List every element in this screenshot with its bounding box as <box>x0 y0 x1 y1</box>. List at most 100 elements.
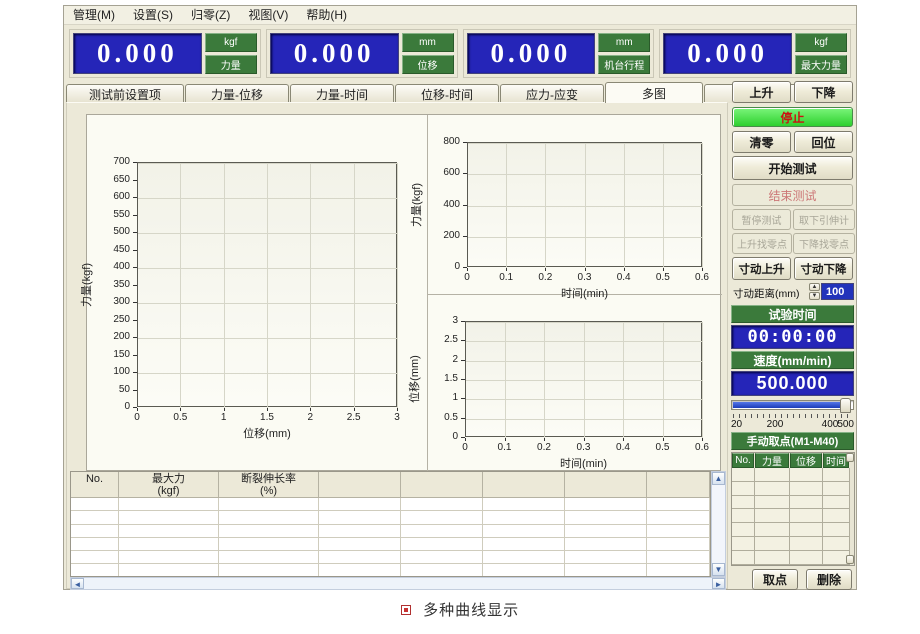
chart-0-ytick <box>133 302 137 303</box>
chart-2-plot <box>465 321 702 437</box>
results-cell <box>119 525 219 538</box>
menu-item-2[interactable]: 归零(Z) <box>182 6 239 24</box>
chart-1-gridline <box>468 206 703 207</box>
spin-down-icon[interactable]: ▼ <box>809 292 820 300</box>
chart-1-ytick <box>463 236 467 237</box>
results-cell <box>219 498 319 511</box>
results-header-row: No.最大力(kgf)断裂伸长率(%) <box>71 472 710 498</box>
chart-2-ytick <box>461 437 465 438</box>
chart-1-xtick <box>624 268 625 271</box>
manual-points-cell <box>732 509 755 523</box>
results-header-line1: 最大力 <box>119 473 218 485</box>
chart-2-xtick-label: 0.5 <box>648 443 678 453</box>
chart-0-gridline <box>180 163 181 408</box>
results-cell <box>647 564 710 577</box>
results-vertical-scrollbar[interactable]: ▲ ▼ <box>711 471 726 577</box>
chart-2-ytick-label: 1.5 <box>424 374 458 384</box>
start-test-button[interactable]: 开始测试 <box>732 156 853 180</box>
tab-2[interactable]: 力量-时间 <box>290 84 394 103</box>
chart-0-gridline <box>138 268 398 269</box>
scroll-left-icon[interactable]: ◄ <box>71 578 84 589</box>
down-button[interactable]: 下降 <box>794 81 853 103</box>
lcd-value-3: 0.000 <box>663 33 792 74</box>
display-labels-1: mm位移 <box>402 33 454 74</box>
chart-1-xtick-label: 0 <box>452 273 482 283</box>
speed-slider-thumb[interactable] <box>840 398 851 413</box>
chart-1-xtick <box>663 268 664 271</box>
results-horizontal-scrollbar[interactable]: ◄ ► <box>70 577 726 590</box>
manual-points-cell <box>755 482 790 496</box>
scroll-down-icon[interactable]: ▼ <box>712 563 725 576</box>
speed-slider[interactable] <box>731 400 854 410</box>
end-test-button: 结束测试 <box>732 184 853 206</box>
control-panel: 上升 下降 停止 清零 回位 开始测试 结束测试 暂停测试 取下引伸计 上升找零… <box>730 80 856 591</box>
manual-points-cell <box>755 551 790 565</box>
jog-distance-input[interactable]: 100 <box>821 283 854 300</box>
down-find-zero-button: 下降找零点 <box>793 233 855 254</box>
tab-4[interactable]: 应力-应变 <box>500 84 604 103</box>
chart-1-ytick-label: 0 <box>426 262 460 272</box>
chart-2-xtick-label: 0.2 <box>529 443 559 453</box>
results-cell <box>319 551 401 564</box>
speed-header: 速度(mm/min) <box>731 351 854 369</box>
results-cell <box>401 511 483 524</box>
channel-label-0: 力量 <box>205 55 257 74</box>
tab-0[interactable]: 测试前设置项 <box>66 84 184 103</box>
clear-zero-button[interactable]: 清零 <box>732 131 791 153</box>
chart-1-ytick <box>463 173 467 174</box>
pick-point-button[interactable]: 取点 <box>752 569 798 590</box>
results-cell <box>219 551 319 564</box>
results-cell <box>647 498 710 511</box>
menu-item-4[interactable]: 帮助(H) <box>297 6 356 24</box>
manual-points-cell <box>732 523 755 537</box>
results-cell <box>319 538 401 551</box>
lcd-value-2: 0.000 <box>467 33 596 74</box>
chart-0-ytick-label: 150 <box>96 350 130 360</box>
chart-0-xtick <box>137 408 138 411</box>
scroll-up-icon[interactable]: ▲ <box>712 472 725 485</box>
chart-0-gridline <box>397 163 398 408</box>
jog-down-button[interactable]: 寸动下降 <box>794 257 853 280</box>
mini-scroll-up-icon[interactable] <box>846 453 854 462</box>
tab-1[interactable]: 力量-位移 <box>185 84 289 103</box>
unit-label-2: mm <box>598 33 650 52</box>
jog-distance-spinner[interactable]: ▲ ▼ <box>809 283 820 300</box>
menu-item-1[interactable]: 设置(S) <box>124 6 182 24</box>
chart-2-xtick <box>505 438 506 441</box>
spin-up-icon[interactable]: ▲ <box>809 283 820 291</box>
results-table: No.最大力(kgf)断裂伸长率(%) <box>70 471 711 577</box>
chart-1-gridline <box>468 174 703 175</box>
return-button[interactable]: 回位 <box>794 131 853 153</box>
scroll-right-icon[interactable]: ► <box>712 578 725 589</box>
chart-2-xlabel: 时间(min) <box>524 455 644 471</box>
channel-label-2: 机台行程 <box>598 55 650 74</box>
chart-0-xtick <box>267 408 268 411</box>
tab-5[interactable]: 多图 <box>605 82 703 103</box>
up-button[interactable]: 上升 <box>732 81 791 103</box>
results-cell <box>401 538 483 551</box>
chart-0-gridline <box>138 198 398 199</box>
results-header-7 <box>647 472 710 498</box>
chart-0-xtick <box>354 408 355 411</box>
manual-points-col-0: No. <box>732 453 754 468</box>
menu-item-3[interactable]: 视图(V) <box>239 6 297 24</box>
manual-points-scrollbar[interactable] <box>846 453 854 565</box>
chart-2-ytick <box>461 340 465 341</box>
results-header-5 <box>483 472 565 498</box>
manual-points-cell <box>732 496 755 510</box>
manual-points-header-row: No.力量位移时间 <box>732 453 854 468</box>
menu-item-0[interactable]: 管理(M) <box>64 6 124 24</box>
unit-label-1: mm <box>402 33 454 52</box>
manual-points-row-3 <box>732 509 854 523</box>
mini-scroll-down-icon[interactable] <box>846 555 854 564</box>
tab-3[interactable]: 位移-时间 <box>395 84 499 103</box>
display-labels-2: mm 机台行程 <box>598 33 650 74</box>
chart-0-xtick-label: 1 <box>209 413 239 423</box>
jog-up-button[interactable]: 寸动上升 <box>732 257 791 280</box>
delete-point-button[interactable]: 删除 <box>806 569 852 590</box>
jog-distance-label: 寸动距离(mm) <box>733 286 800 301</box>
results-cell <box>71 525 119 538</box>
stop-button[interactable]: 停止 <box>732 107 853 127</box>
results-cell <box>483 498 565 511</box>
slider-ticks <box>733 414 852 418</box>
